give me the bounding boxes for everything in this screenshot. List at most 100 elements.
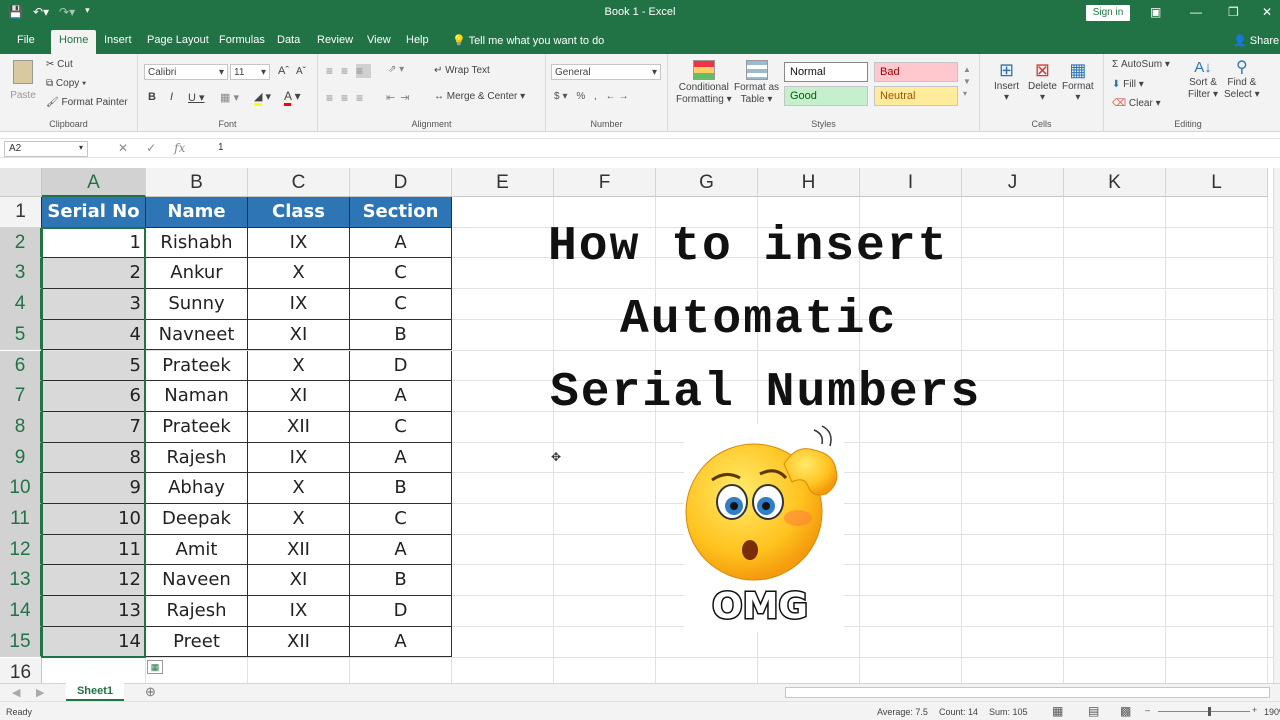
- horizontal-align-icons[interactable]: ≡≡≡: [326, 91, 371, 105]
- row-header-1[interactable]: 1: [0, 197, 42, 228]
- restore-icon[interactable]: ❐: [1228, 5, 1239, 19]
- table-cell[interactable]: Navneet: [146, 319, 248, 351]
- table-cell[interactable]: Prateek: [146, 411, 248, 443]
- table-cell[interactable]: A: [350, 442, 452, 474]
- column-header-f[interactable]: F: [554, 168, 656, 197]
- table-cell[interactable]: 11: [42, 534, 146, 566]
- table-cell[interactable]: 3: [42, 289, 146, 320]
- format-painter-button[interactable]: 🖌 Format Painter: [46, 97, 128, 108]
- tab-data[interactable]: Data: [277, 34, 300, 46]
- tab-view[interactable]: View: [367, 34, 391, 46]
- vertical-scrollbar[interactable]: [1273, 168, 1280, 683]
- table-cell[interactable]: X: [248, 258, 350, 290]
- row-header-3[interactable]: 3: [0, 258, 42, 290]
- table-cell[interactable]: Amit: [146, 534, 248, 566]
- table-cell[interactable]: A: [350, 534, 452, 566]
- row-header-8[interactable]: 8: [0, 411, 42, 443]
- style-normal[interactable]: Normal: [784, 62, 868, 82]
- table-cell[interactable]: X: [248, 504, 350, 535]
- table-cell[interactable]: 13: [42, 596, 146, 627]
- grow-font-button[interactable]: Aˆ: [278, 65, 289, 77]
- table-cell[interactable]: X: [248, 350, 350, 382]
- row-header-11[interactable]: 11: [0, 504, 42, 535]
- tab-insert[interactable]: Insert: [104, 34, 132, 46]
- normal-view-icon[interactable]: ▦: [1052, 704, 1063, 718]
- fill-color-icon[interactable]: ◢ ▾: [254, 90, 271, 106]
- tab-help[interactable]: Help: [406, 34, 429, 46]
- row-header-10[interactable]: 10: [0, 473, 42, 504]
- table-header-cell[interactable]: Section: [350, 197, 452, 228]
- tab-page-layout[interactable]: Page Layout: [147, 34, 209, 46]
- style-neutral[interactable]: Neutral: [874, 86, 958, 106]
- table-cell[interactable]: 5: [42, 350, 146, 382]
- table-cell[interactable]: XI: [248, 381, 350, 412]
- page-layout-view-icon[interactable]: ▤: [1088, 704, 1099, 718]
- autosum-button[interactable]: Σ AutoSum ▾: [1112, 59, 1170, 70]
- column-header-c[interactable]: C: [248, 168, 350, 197]
- font-name-select[interactable]: Calibri ▾: [144, 64, 228, 80]
- vertical-align-icons[interactable]: ≡≡≡: [326, 64, 372, 78]
- tab-home[interactable]: Home: [51, 30, 97, 54]
- table-cell[interactable]: 14: [42, 626, 146, 658]
- next-sheet-icon[interactable]: ▶: [36, 686, 44, 699]
- row-header-6[interactable]: 6: [0, 350, 42, 382]
- table-cell[interactable]: X: [248, 473, 350, 504]
- row-header-12[interactable]: 12: [0, 534, 42, 566]
- row-header-2[interactable]: 2: [0, 227, 42, 259]
- wrap-text-button[interactable]: ↵ Wrap Text: [434, 65, 490, 76]
- table-header-cell[interactable]: Serial No: [42, 197, 146, 228]
- font-color-icon[interactable]: A ▾: [284, 89, 301, 106]
- table-cell[interactable]: A: [350, 381, 452, 412]
- delete-cells-button[interactable]: ⊠ Delete ▾: [1028, 60, 1057, 103]
- row-header-14[interactable]: 14: [0, 596, 42, 627]
- row-header-5[interactable]: 5: [0, 319, 42, 351]
- table-cell[interactable]: Naveen: [146, 565, 248, 597]
- find-select-button[interactable]: ⚲ Find & Select ▾: [1224, 59, 1260, 101]
- table-cell[interactable]: 9: [42, 473, 146, 504]
- italic-button[interactable]: I: [170, 91, 173, 103]
- row-header-16[interactable]: 16: [0, 657, 42, 683]
- clear-button[interactable]: ⌫ Clear ▾: [1112, 98, 1161, 109]
- table-cell[interactable]: B: [350, 319, 452, 351]
- table-cell[interactable]: Sunny: [146, 289, 248, 320]
- table-cell[interactable]: C: [350, 258, 452, 290]
- sign-in-button[interactable]: Sign in: [1086, 5, 1130, 21]
- zoom-level[interactable]: 190%: [1264, 707, 1280, 717]
- column-header-a[interactable]: A: [42, 168, 146, 197]
- tell-me-search[interactable]: 💡 Tell me what you want to do: [452, 34, 604, 47]
- table-cell[interactable]: XI: [248, 319, 350, 351]
- horizontal-scrollbar[interactable]: [785, 687, 1270, 698]
- table-cell[interactable]: XII: [248, 626, 350, 658]
- table-cell[interactable]: 6: [42, 381, 146, 412]
- indent-icons[interactable]: ⇤⇥: [386, 91, 414, 104]
- bold-button[interactable]: B: [148, 91, 156, 103]
- formula-input[interactable]: 1: [218, 142, 224, 153]
- tab-review[interactable]: Review: [317, 34, 353, 46]
- merge-center-button[interactable]: ↔ Merge & Center ▾: [434, 91, 525, 102]
- insert-cells-button[interactable]: ⊞ Insert ▾: [994, 60, 1019, 103]
- cut-button[interactable]: ✂ Cut: [46, 59, 73, 70]
- zoom-out-icon[interactable]: –: [1145, 705, 1150, 715]
- column-header-b[interactable]: B: [146, 168, 248, 197]
- styles-scroll-icon[interactable]: ▲ ▼ ▾: [963, 64, 971, 100]
- table-cell[interactable]: C: [350, 289, 452, 320]
- fill-button[interactable]: ⬇ Fill ▾: [1112, 79, 1144, 90]
- table-cell[interactable]: IX: [248, 596, 350, 627]
- copy-button[interactable]: ⧉ Copy ▾: [46, 78, 86, 89]
- table-cell[interactable]: Rajesh: [146, 596, 248, 627]
- ribbon-display-icon[interactable]: ▣: [1150, 5, 1161, 19]
- column-header-j[interactable]: J: [962, 168, 1064, 197]
- table-cell[interactable]: C: [350, 504, 452, 535]
- share-button[interactable]: 👤 Share: [1233, 34, 1279, 47]
- table-cell[interactable]: 4: [42, 319, 146, 351]
- table-cell[interactable]: Naman: [146, 381, 248, 412]
- table-cell[interactable]: A: [350, 626, 452, 658]
- table-cell[interactable]: XII: [248, 534, 350, 566]
- table-cell[interactable]: D: [350, 350, 452, 382]
- table-cell[interactable]: A: [350, 227, 452, 259]
- table-cell[interactable]: B: [350, 565, 452, 597]
- table-cell[interactable]: 10: [42, 504, 146, 535]
- select-all-corner[interactable]: [0, 168, 42, 197]
- row-header-4[interactable]: 4: [0, 289, 42, 320]
- table-header-cell[interactable]: Class: [248, 197, 350, 228]
